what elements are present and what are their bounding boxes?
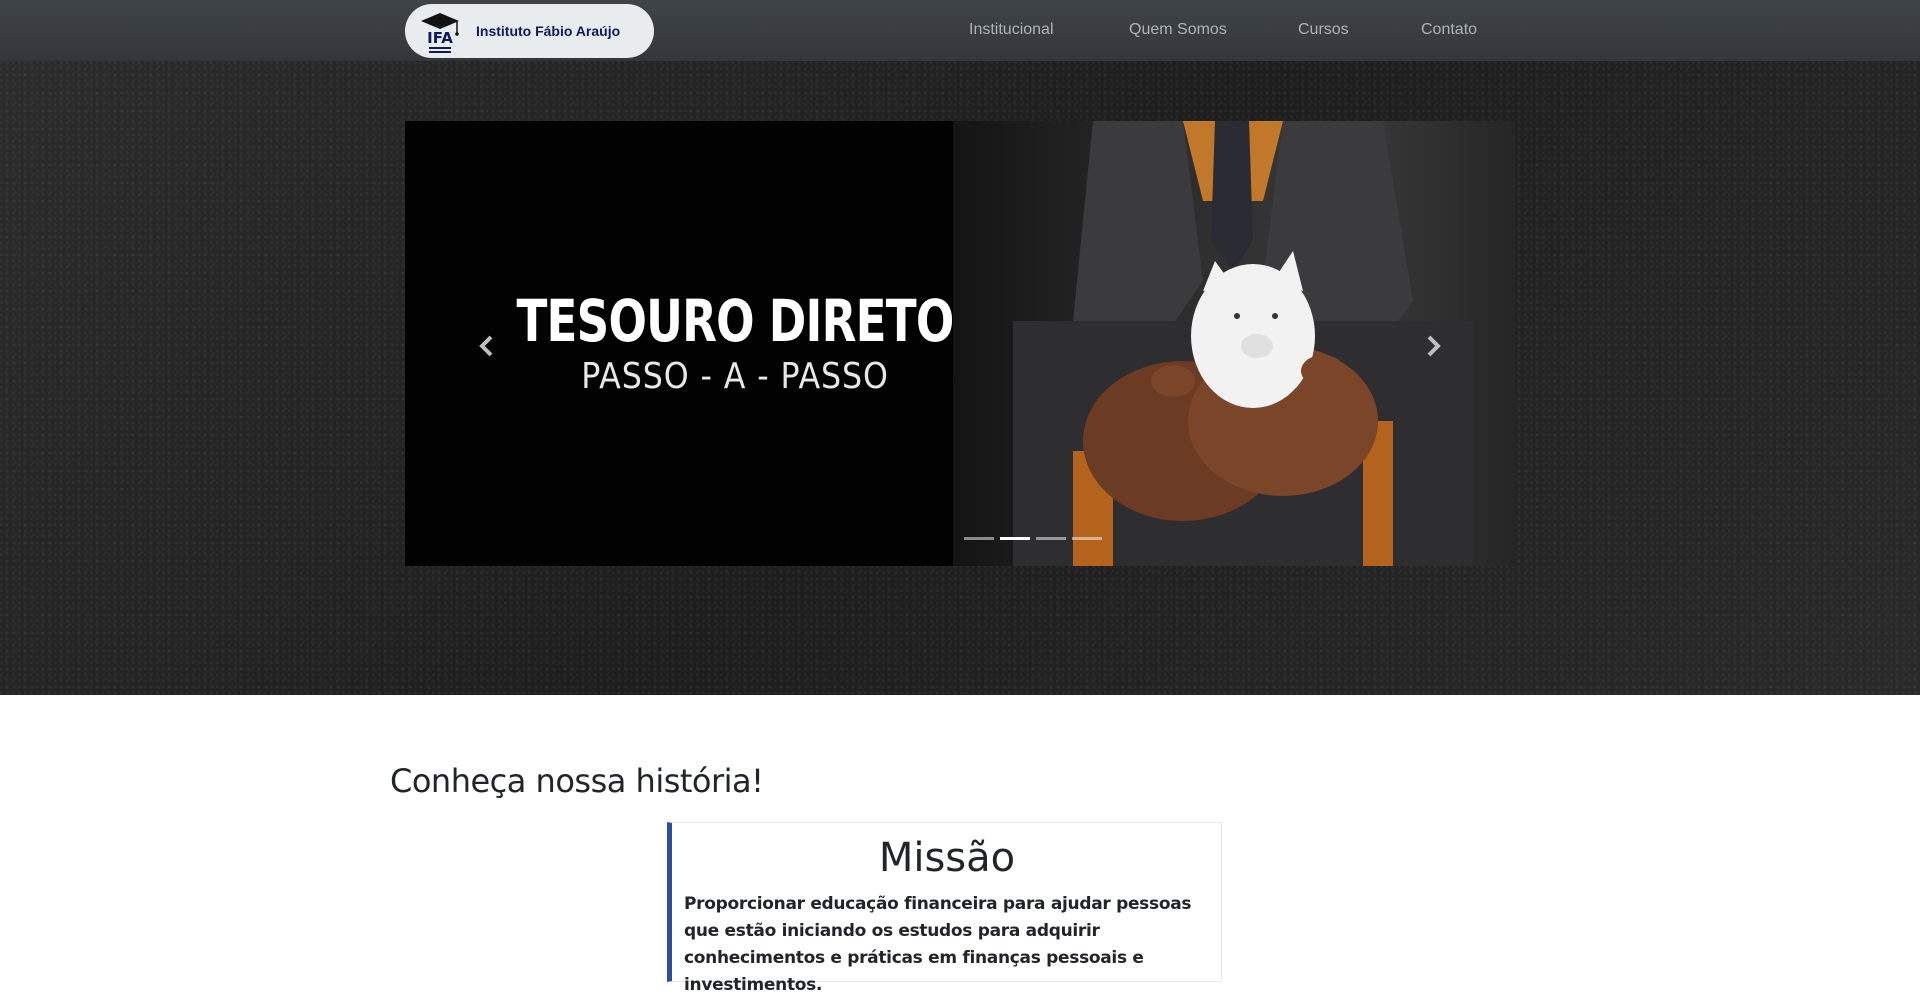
hero-section: TESOURO DIRETO PASSO - A - PASSO (0, 61, 1920, 695)
carousel-next-arrow-icon[interactable] (1417, 331, 1447, 361)
nav-link-cursos[interactable]: Cursos (1298, 21, 1349, 39)
carousel-indicator-2[interactable] (999, 537, 1030, 540)
slide-subtitle: PASSO - A - PASSO (581, 356, 889, 397)
nav-link-institucional[interactable]: Institucional (969, 21, 1054, 39)
mission-card: Missão Proporcionar educação financeira … (667, 822, 1222, 995)
nav-link-contato[interactable]: Contato (1421, 21, 1477, 39)
carousel-indicators (405, 537, 1515, 543)
slide-title: TESOURO DIRETO (516, 287, 954, 355)
carousel-prev-arrow-icon[interactable] (473, 331, 503, 361)
carousel-indicator-4[interactable] (1071, 537, 1102, 540)
mission-text: Proporcionar educação financeira para aj… (684, 894, 1192, 995)
image-carousel[interactable]: TESOURO DIRETO PASSO - A - PASSO (405, 121, 1515, 566)
nav-link-quem-somos[interactable]: Quem Somos (1129, 21, 1227, 39)
mission-title: Missão (878, 835, 1016, 881)
nav-menu: Institucional Quem Somos Cursos Contato (0, 0, 1920, 61)
top-navbar: IFA Instituto Fábio Araújo Institucional… (0, 0, 1920, 62)
history-section-title: Conheça nossa história! (390, 762, 764, 800)
carousel-indicator-1[interactable] (963, 537, 994, 540)
carousel-indicator-3[interactable] (1035, 537, 1066, 540)
